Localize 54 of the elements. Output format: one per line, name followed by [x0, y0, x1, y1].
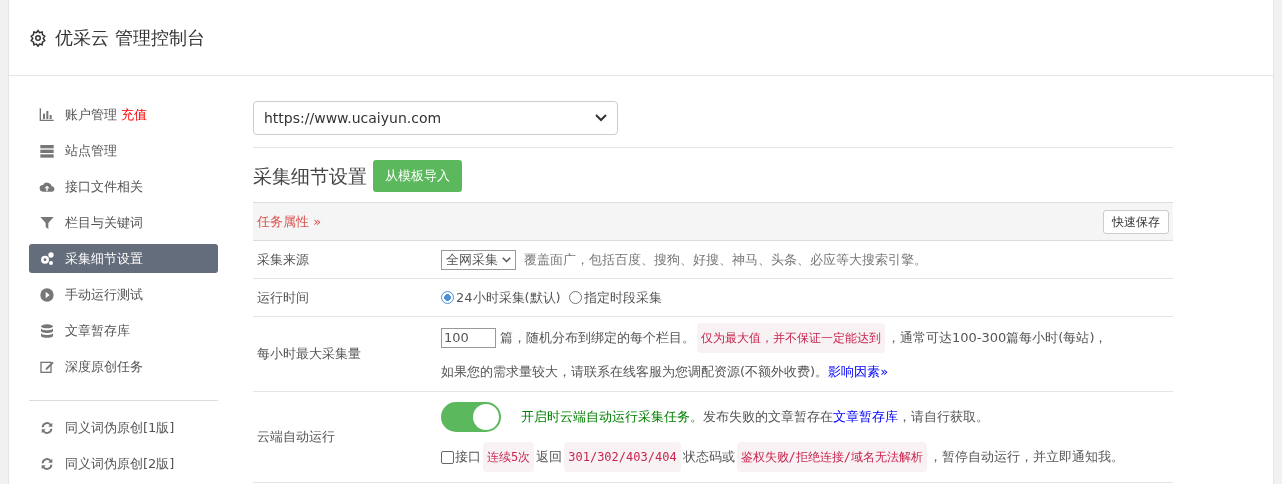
site-select[interactable]: https://www.ucaiyun.com	[253, 101, 618, 135]
sidebar-item[interactable]: 手动运行测试	[29, 280, 218, 309]
field-label: 运行时间	[257, 288, 310, 307]
hint-text: ，请自行获取。	[898, 408, 989, 426]
link[interactable]: 影响因素»	[828, 359, 889, 385]
sidebar-item[interactable]: 采集细节设置	[29, 244, 218, 273]
code-highlight: 301/302/403/404	[564, 442, 681, 472]
sidebar-item[interactable]: 深度原创任务	[29, 352, 218, 381]
sidebar-item[interactable]: 栏目与关键词	[29, 208, 218, 237]
radio-option[interactable]: 指定时段采集	[568, 287, 662, 308]
hint-text: 如果您的需求量较大，请联系在线客服为您调配资源(不额外收费)。	[441, 363, 829, 381]
sidebar-item[interactable]: 站点管理	[29, 136, 218, 165]
field-label: 云端自动运行	[257, 428, 336, 447]
link[interactable]: 文章暂存库	[833, 402, 898, 432]
code-highlight: 鉴权失败/拒绝连接/域名无法解析	[736, 442, 928, 472]
hint-text: ，暂停自动运行，并立即通知我。	[929, 448, 1125, 466]
toggle-switch[interactable]	[441, 402, 501, 432]
hint-text: 发布失败的文章暂存在	[703, 408, 833, 426]
field-label: 采集来源	[257, 250, 310, 269]
section-title: 采集细节设置	[253, 163, 367, 189]
console-title: 优采云 管理控制台	[55, 26, 205, 50]
code-highlight: 连续5次	[483, 442, 535, 472]
recharge-link[interactable]: 充值	[121, 104, 147, 125]
hint-text: 返回	[536, 448, 563, 466]
quantity-input[interactable]: 100	[441, 328, 496, 348]
sidebar-item[interactable]: 同义词伪原创[2版]	[29, 449, 218, 478]
hint-text: ，通常可达100-300篇每小时(每站)，	[887, 329, 1108, 347]
refresh-icon	[39, 455, 55, 472]
source-select[interactable]: 全网采集	[441, 249, 516, 270]
checkbox[interactable]	[441, 450, 454, 464]
panel-title[interactable]: 任务属性 »	[257, 211, 322, 232]
play-icon	[39, 286, 55, 303]
filter-icon	[39, 214, 55, 231]
hint-text: 覆盖面广，包括百度、搜狗、好搜、神马、头条、必应等大搜索引擎。	[524, 250, 927, 269]
caret-icon	[595, 114, 607, 122]
sidebar-item[interactable]: 账户管理 充值	[29, 100, 218, 129]
sidebar-item[interactable]: 接口文件相关	[29, 172, 218, 201]
code-highlight: 仅为最大值，并不保证一定能达到	[697, 323, 885, 353]
hint-text: 接口	[455, 448, 481, 466]
radio-option[interactable]: 24小时采集(默认)	[441, 287, 561, 308]
field-label: 每小时最大采集量	[257, 345, 362, 364]
caret-icon	[502, 256, 511, 263]
server-icon	[39, 142, 55, 159]
quick-save-button[interactable]: 快速保存	[1103, 209, 1169, 234]
sidebar-label: 账户管理	[65, 105, 117, 124]
hint-text: 篇，随机分布到绑定的每个栏目。	[500, 329, 695, 347]
bar-chart-icon	[39, 106, 55, 123]
settings-icon	[29, 28, 47, 47]
sidebar-item[interactable]: 文章暂存库	[29, 316, 218, 345]
database-icon	[39, 322, 55, 339]
hint-text: 状态码或	[682, 448, 735, 466]
refresh-icon	[39, 419, 55, 436]
hint-text: 开启时云端自动运行采集任务。	[521, 408, 703, 426]
sidebar-item[interactable]: 同义词伪原创[1版]	[29, 413, 218, 442]
